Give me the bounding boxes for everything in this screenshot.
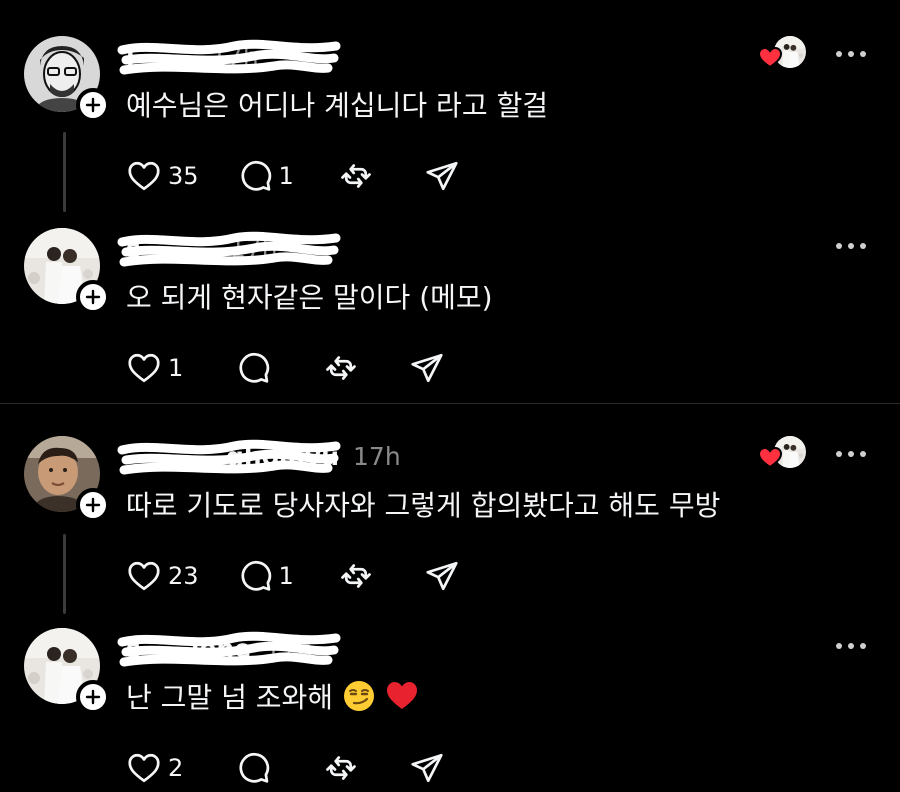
red-heart-icon	[758, 46, 782, 68]
heart-outline-icon	[126, 558, 162, 594]
like-button[interactable]: 35	[126, 154, 199, 198]
thread-post: s______ 17h 오 되게 현자같은 말이다 (메모) 1	[0, 228, 900, 398]
reply-count: 1	[278, 562, 294, 590]
thread-post: j_____ 17h 예수님은 어디나 계십니다 라고 할걸 35 1	[0, 36, 900, 206]
repost-button[interactable]	[338, 554, 374, 598]
repost-button[interactable]	[323, 746, 359, 790]
reply-button[interactable]	[235, 346, 271, 390]
username[interactable]: j_____	[126, 42, 197, 71]
follow-plus-icon[interactable]	[76, 488, 110, 522]
avatar-container[interactable]	[24, 36, 110, 122]
more-dots-icon[interactable]	[836, 634, 866, 658]
repost-icon	[338, 558, 374, 594]
post-header: s____iene 17h	[126, 632, 313, 664]
redaction-scribble	[114, 436, 344, 482]
post-text: 난 그말 넘 조와해	[126, 676, 419, 716]
username[interactable]: ________ghomyu	[126, 442, 339, 471]
repost-icon	[323, 350, 359, 386]
thread-post: ________ghomyu 17h 따로 기도로 당사자와 그렇게 합의봤다고…	[0, 436, 900, 606]
more-dots-icon[interactable]	[836, 442, 866, 466]
author-liked-indicator	[758, 36, 808, 76]
username[interactable]: s____iene	[126, 634, 251, 663]
like-button[interactable]: 23	[126, 554, 199, 598]
like-button[interactable]: 1	[126, 346, 183, 390]
follow-plus-icon[interactable]	[76, 680, 110, 714]
red-heart-icon	[758, 446, 782, 468]
like-count: 2	[168, 754, 184, 782]
comment-bubble-icon	[237, 158, 273, 194]
repost-icon	[323, 750, 359, 786]
send-icon	[409, 350, 445, 386]
comment-bubble-icon	[237, 558, 273, 594]
action-bar: 1	[126, 346, 445, 390]
like-count: 1	[168, 354, 184, 382]
reply-button[interactable]: 1	[237, 554, 294, 598]
timestamp: 17h	[265, 633, 313, 663]
action-bar: 23 1	[126, 554, 460, 598]
share-button[interactable]	[424, 154, 460, 198]
thread-post: s____iene 17h 난 그말 넘 조와해 2	[0, 628, 900, 792]
timestamp: 17h	[229, 233, 278, 263]
reply-count: 1	[278, 162, 294, 190]
comment-bubble-icon	[235, 350, 271, 386]
timestamp: 17h	[211, 41, 259, 71]
post-header: ________ghomyu 17h	[126, 440, 401, 472]
reply-button[interactable]	[235, 746, 271, 790]
thread-line	[63, 132, 66, 212]
post-text: 오 되게 현자같은 말이다 (메모)	[126, 281, 493, 314]
heart-outline-icon	[126, 350, 162, 386]
repost-icon	[338, 158, 374, 194]
like-button[interactable]: 2	[126, 746, 183, 790]
repost-button[interactable]	[323, 346, 359, 390]
post-header: j_____ 17h	[126, 40, 259, 72]
post-text-content: 난 그말 넘 조와해	[126, 681, 334, 714]
post-text: 따로 기도로 당사자와 그렇게 합의봤다고 해도 무방	[126, 489, 721, 522]
smirking-face-emoji-icon	[343, 681, 374, 711]
divider	[0, 403, 900, 404]
follow-plus-icon[interactable]	[76, 280, 110, 314]
comment-bubble-icon	[235, 750, 271, 786]
send-icon	[424, 158, 460, 194]
timestamp: 17h	[353, 441, 401, 471]
follow-plus-icon[interactable]	[76, 88, 110, 122]
action-bar: 2	[126, 746, 445, 790]
avatar-container[interactable]	[24, 228, 110, 314]
like-count: 23	[168, 562, 199, 590]
share-button[interactable]	[409, 746, 445, 790]
post-header: s______ 17h	[126, 232, 278, 264]
more-dots-icon[interactable]	[836, 234, 866, 258]
heart-outline-icon	[126, 158, 162, 194]
reply-button[interactable]: 1	[237, 154, 294, 198]
avatar-container[interactable]	[24, 628, 110, 714]
username[interactable]: s______	[126, 234, 216, 263]
avatar-container[interactable]	[24, 436, 110, 522]
send-icon	[409, 750, 445, 786]
author-liked-indicator	[758, 436, 808, 476]
share-button[interactable]	[424, 554, 460, 598]
post-text: 예수님은 어디나 계십니다 라고 할걸	[126, 89, 549, 122]
like-count: 35	[168, 162, 199, 190]
red-heart-emoji-icon	[386, 682, 417, 709]
send-icon	[424, 558, 460, 594]
share-button[interactable]	[409, 346, 445, 390]
repost-button[interactable]	[338, 154, 374, 198]
action-bar: 35 1	[126, 154, 460, 198]
more-dots-icon[interactable]	[836, 42, 866, 66]
heart-outline-icon	[126, 750, 162, 786]
thread-line	[63, 534, 66, 614]
